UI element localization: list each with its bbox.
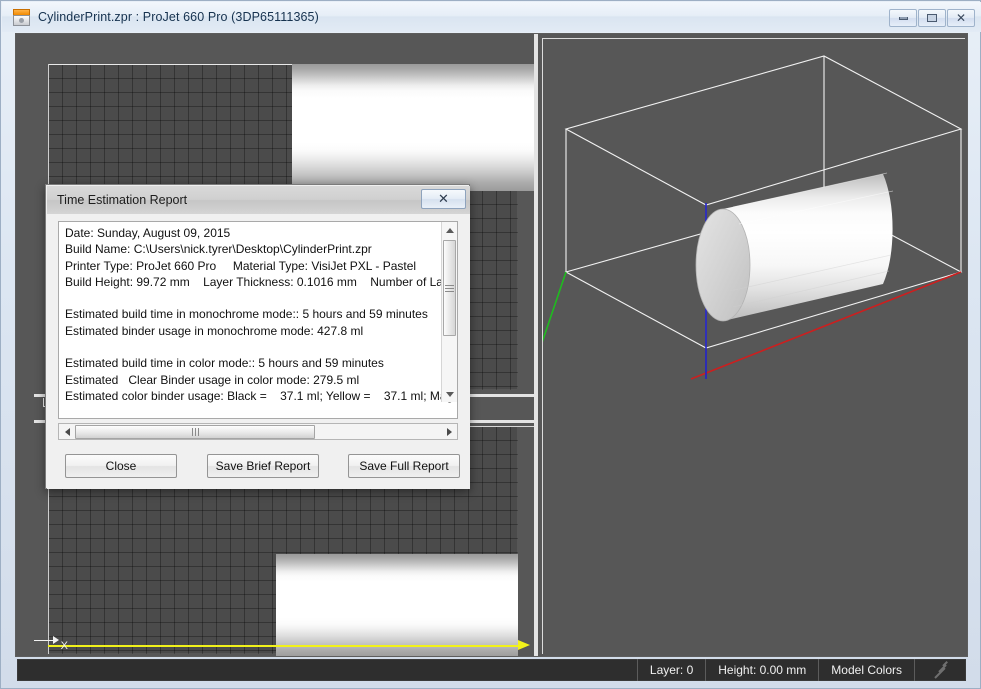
close-button[interactable]: Close (65, 454, 177, 478)
baseline-arrow-icon (518, 640, 530, 650)
minimize-icon (898, 16, 908, 20)
close-icon: ✕ (955, 11, 967, 25)
window-controls: ✕ (889, 9, 975, 27)
cylinder-profile (276, 554, 518, 656)
report-text-content: Date: Sunday, August 09, 2015 Build Name… (65, 226, 457, 403)
status-grip-cell[interactable] (914, 659, 965, 681)
dialog-titlebar[interactable]: Time Estimation Report ✕ (47, 186, 470, 214)
save-full-report-button[interactable]: Save Full Report (348, 454, 460, 478)
maximize-button[interactable] (918, 9, 946, 27)
platform-baseline (48, 645, 518, 647)
grip-icon (191, 427, 199, 436)
scroll-left-button[interactable] (59, 424, 75, 439)
grip-icon (445, 284, 454, 292)
minimize-button[interactable] (889, 9, 917, 27)
status-height: Height: 0.00 mm (705, 659, 818, 681)
scene-3d (543, 55, 963, 380)
dialog-title: Time Estimation Report (57, 193, 188, 207)
status-model-colors: Model Colors (818, 659, 914, 681)
axis-y-green (543, 271, 567, 343)
printer-icon (13, 8, 30, 26)
dialog-button-row: Close Save Brief Report Save Full Report (47, 454, 470, 486)
report-horizontal-scrollbar[interactable] (58, 423, 458, 440)
cylinder-model (695, 172, 894, 322)
scroll-right-button[interactable] (441, 424, 457, 439)
close-button[interactable]: ✕ (947, 9, 975, 27)
time-estimation-report-dialog[interactable]: Time Estimation Report ✕ Date: Sunday, A… (45, 184, 470, 489)
horizontal-scroll-thumb[interactable] (75, 424, 315, 439)
viewport-3d[interactable] (542, 38, 965, 654)
dialog-body: Date: Sunday, August 09, 2015 Build Name… (47, 214, 470, 489)
scroll-down-button[interactable] (442, 386, 457, 402)
status-bar: Layer: 0 Height: 0.00 mm Model Colors (17, 659, 966, 681)
chevron-down-icon (445, 391, 454, 397)
report-vertical-scrollbar[interactable] (441, 222, 457, 402)
perspective-panel (538, 34, 967, 656)
scroll-up-button[interactable] (442, 222, 457, 238)
resize-grip-icon[interactable] (931, 661, 951, 679)
window-title: CylinderPrint.zpr : ProJet 660 Pro (3DP6… (38, 10, 319, 24)
dialog-close-button[interactable]: ✕ (421, 189, 466, 209)
chevron-up-icon (445, 227, 454, 233)
cylinder-profile (292, 64, 534, 191)
scroll-track[interactable] (315, 424, 441, 439)
window-titlebar[interactable]: CylinderPrint.zpr : ProJet 660 Pro (3DP6… (2, 2, 981, 32)
chevron-right-icon (446, 427, 452, 436)
vertical-scroll-thumb[interactable] (443, 240, 456, 336)
report-textarea[interactable]: Date: Sunday, August 09, 2015 Build Name… (58, 221, 458, 419)
save-brief-report-button[interactable]: Save Brief Report (207, 454, 319, 478)
application-window: CylinderPrint.zpr : ProJet 660 Pro (3DP6… (0, 0, 981, 689)
maximize-icon (927, 14, 937, 22)
chevron-left-icon (64, 427, 70, 436)
status-layer: Layer: 0 (636, 659, 705, 681)
